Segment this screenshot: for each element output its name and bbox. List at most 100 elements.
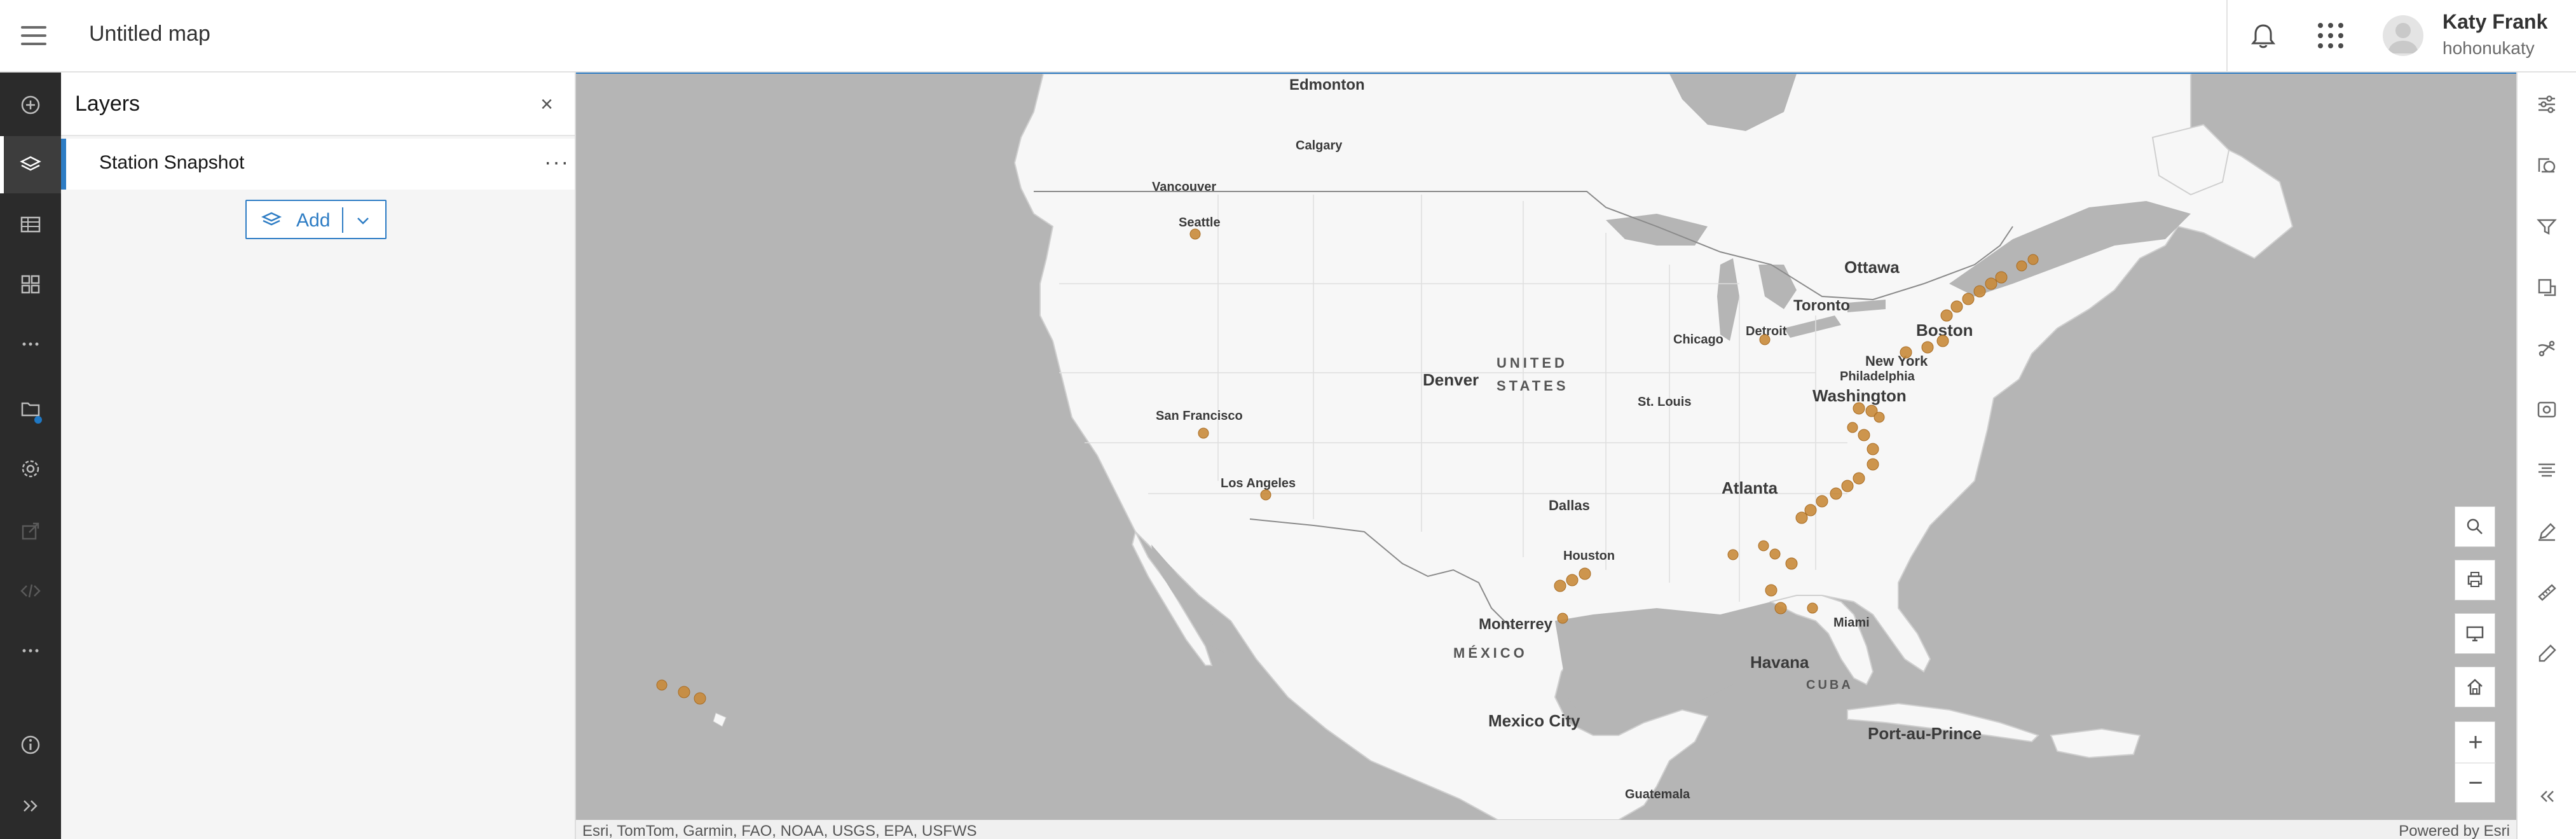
station-point	[1727, 549, 1739, 560]
label-calgary: Calgary	[1296, 139, 1343, 153]
map-view[interactable]: Edmonton Calgary Vancouver Seattle Ottaw…	[576, 73, 2516, 839]
powered-by-esri[interactable]: Powered by Esri	[2399, 822, 2510, 839]
filter-icon[interactable]	[2518, 196, 2576, 257]
layer-item[interactable]: Station Snapshot ···	[61, 139, 575, 190]
header-divider	[2226, 0, 2228, 73]
zoom-control: + −	[2455, 721, 2496, 803]
styles-icon[interactable]	[2518, 135, 2576, 196]
more-icon[interactable]	[0, 622, 61, 679]
analysis-icon[interactable]	[2518, 318, 2576, 379]
settings-icon[interactable]	[0, 440, 61, 497]
layers-icon[interactable]	[0, 136, 61, 193]
station-point	[1774, 602, 1787, 614]
map-title[interactable]: Untitled map	[89, 22, 210, 46]
close-icon[interactable]: ×	[535, 93, 558, 116]
station-point	[1795, 511, 1808, 524]
label-st-louis: St. Louis	[1638, 395, 1691, 409]
add-layer-button[interactable]: Add	[245, 200, 387, 239]
configure-icon[interactable]	[2518, 623, 2576, 684]
map-home-button[interactable]	[2455, 667, 2495, 707]
layers-icon	[261, 212, 282, 226]
share-icon	[0, 503, 61, 560]
properties-icon[interactable]	[2518, 74, 2576, 135]
basemap[interactable]: Edmonton Calgary Vancouver Seattle Ottaw…	[576, 74, 2516, 820]
station-point	[2016, 260, 2027, 272]
sketch-icon[interactable]	[2518, 501, 2576, 562]
label-seattle: Seattle	[1179, 216, 1221, 230]
station-point	[1847, 422, 1858, 433]
labels-icon[interactable]	[2518, 440, 2576, 501]
station-point	[1995, 271, 2008, 284]
chevron-down-icon[interactable]	[355, 212, 371, 229]
station-point	[1858, 429, 1870, 441]
map-search-button[interactable]	[2455, 506, 2495, 547]
measure-icon[interactable]	[2518, 562, 2576, 623]
zoom-out-button[interactable]: −	[2455, 763, 2496, 803]
table-icon[interactable]	[0, 196, 61, 253]
add-button-label[interactable]: Add	[296, 210, 330, 232]
saved-icon[interactable]	[0, 380, 61, 438]
station-point	[1260, 489, 1271, 501]
station-point	[694, 692, 706, 705]
more-icon[interactable]	[0, 315, 61, 373]
label-miami: Miami	[1833, 616, 1870, 630]
station-point	[1579, 567, 1591, 580]
station-point	[1985, 277, 1997, 290]
station-point	[1765, 584, 1778, 597]
basemap-icon[interactable]	[0, 256, 61, 313]
label-denver: Denver	[1423, 370, 1479, 389]
print-icon	[2467, 572, 2483, 587]
effects-icon[interactable]	[2518, 257, 2576, 318]
layer-options-icon[interactable]: ···	[544, 150, 570, 175]
station-point	[1853, 402, 1865, 415]
layers-panel: Layers × Station Snapshot ··· Add	[61, 73, 576, 839]
label-san-francisco: San Francisco	[1156, 409, 1243, 423]
user-name[interactable]: Katy Frank	[2442, 10, 2547, 34]
add-icon[interactable]	[0, 76, 61, 134]
app-launcher-icon[interactable]	[2318, 23, 2345, 50]
attribution-text[interactable]: Esri, TomTom, Garmin, FAO, NOAA, USGS, E…	[582, 822, 977, 839]
station-point	[1769, 548, 1781, 560]
station-point	[1874, 412, 1885, 423]
label-ottawa: Ottawa	[1844, 258, 1900, 277]
label-cuba: CUBA	[1806, 678, 1853, 692]
left-toolbar	[0, 73, 61, 839]
label-los-angeles: Los Angeles	[1221, 476, 1296, 490]
info-icon[interactable]	[0, 716, 61, 773]
collapse-icon[interactable]	[2518, 766, 2576, 827]
avatar[interactable]	[2383, 15, 2423, 56]
station-point	[656, 679, 668, 691]
map-screen-button[interactable]	[2455, 613, 2495, 654]
expand-icon[interactable]	[0, 777, 61, 835]
layer-name[interactable]: Station Snapshot	[99, 152, 245, 174]
label-dallas: Dallas	[1549, 497, 1590, 513]
station-point	[1759, 334, 1771, 345]
map-print-button[interactable]	[2455, 560, 2495, 600]
station-point	[1921, 341, 1934, 354]
station-point	[1841, 480, 1854, 492]
user-handle[interactable]: hohonukaty	[2442, 38, 2535, 59]
panel-title: Layers	[75, 92, 140, 116]
panel-header: Layers ×	[61, 73, 575, 136]
right-toolbar	[2516, 73, 2576, 839]
screen-icon	[2466, 626, 2484, 642]
media-icon[interactable]	[2518, 379, 2576, 440]
label-new-york: New York	[1865, 353, 1928, 369]
menu-icon[interactable]	[21, 22, 46, 48]
zoom-in-button[interactable]: +	[2455, 722, 2496, 763]
station-point	[1816, 495, 1828, 508]
label-edmonton: Edmonton	[1289, 76, 1365, 94]
hispaniola-land	[2050, 728, 2141, 759]
station-point	[1973, 285, 1986, 298]
station-point	[1936, 335, 1949, 347]
station-point	[1758, 540, 1769, 551]
station-point	[1962, 293, 1975, 305]
label-chicago: Chicago	[1673, 333, 1723, 347]
station-point	[1566, 574, 1579, 586]
app-header: Untitled map Katy Frank hohonukaty	[0, 0, 2576, 73]
bell-icon[interactable]	[2247, 20, 2279, 52]
home-icon	[2467, 679, 2483, 695]
label-guatemala: Guatemala	[1625, 787, 1690, 801]
label-united: UNITED	[1497, 355, 1568, 371]
label-toronto: Toronto	[1793, 297, 1850, 314]
